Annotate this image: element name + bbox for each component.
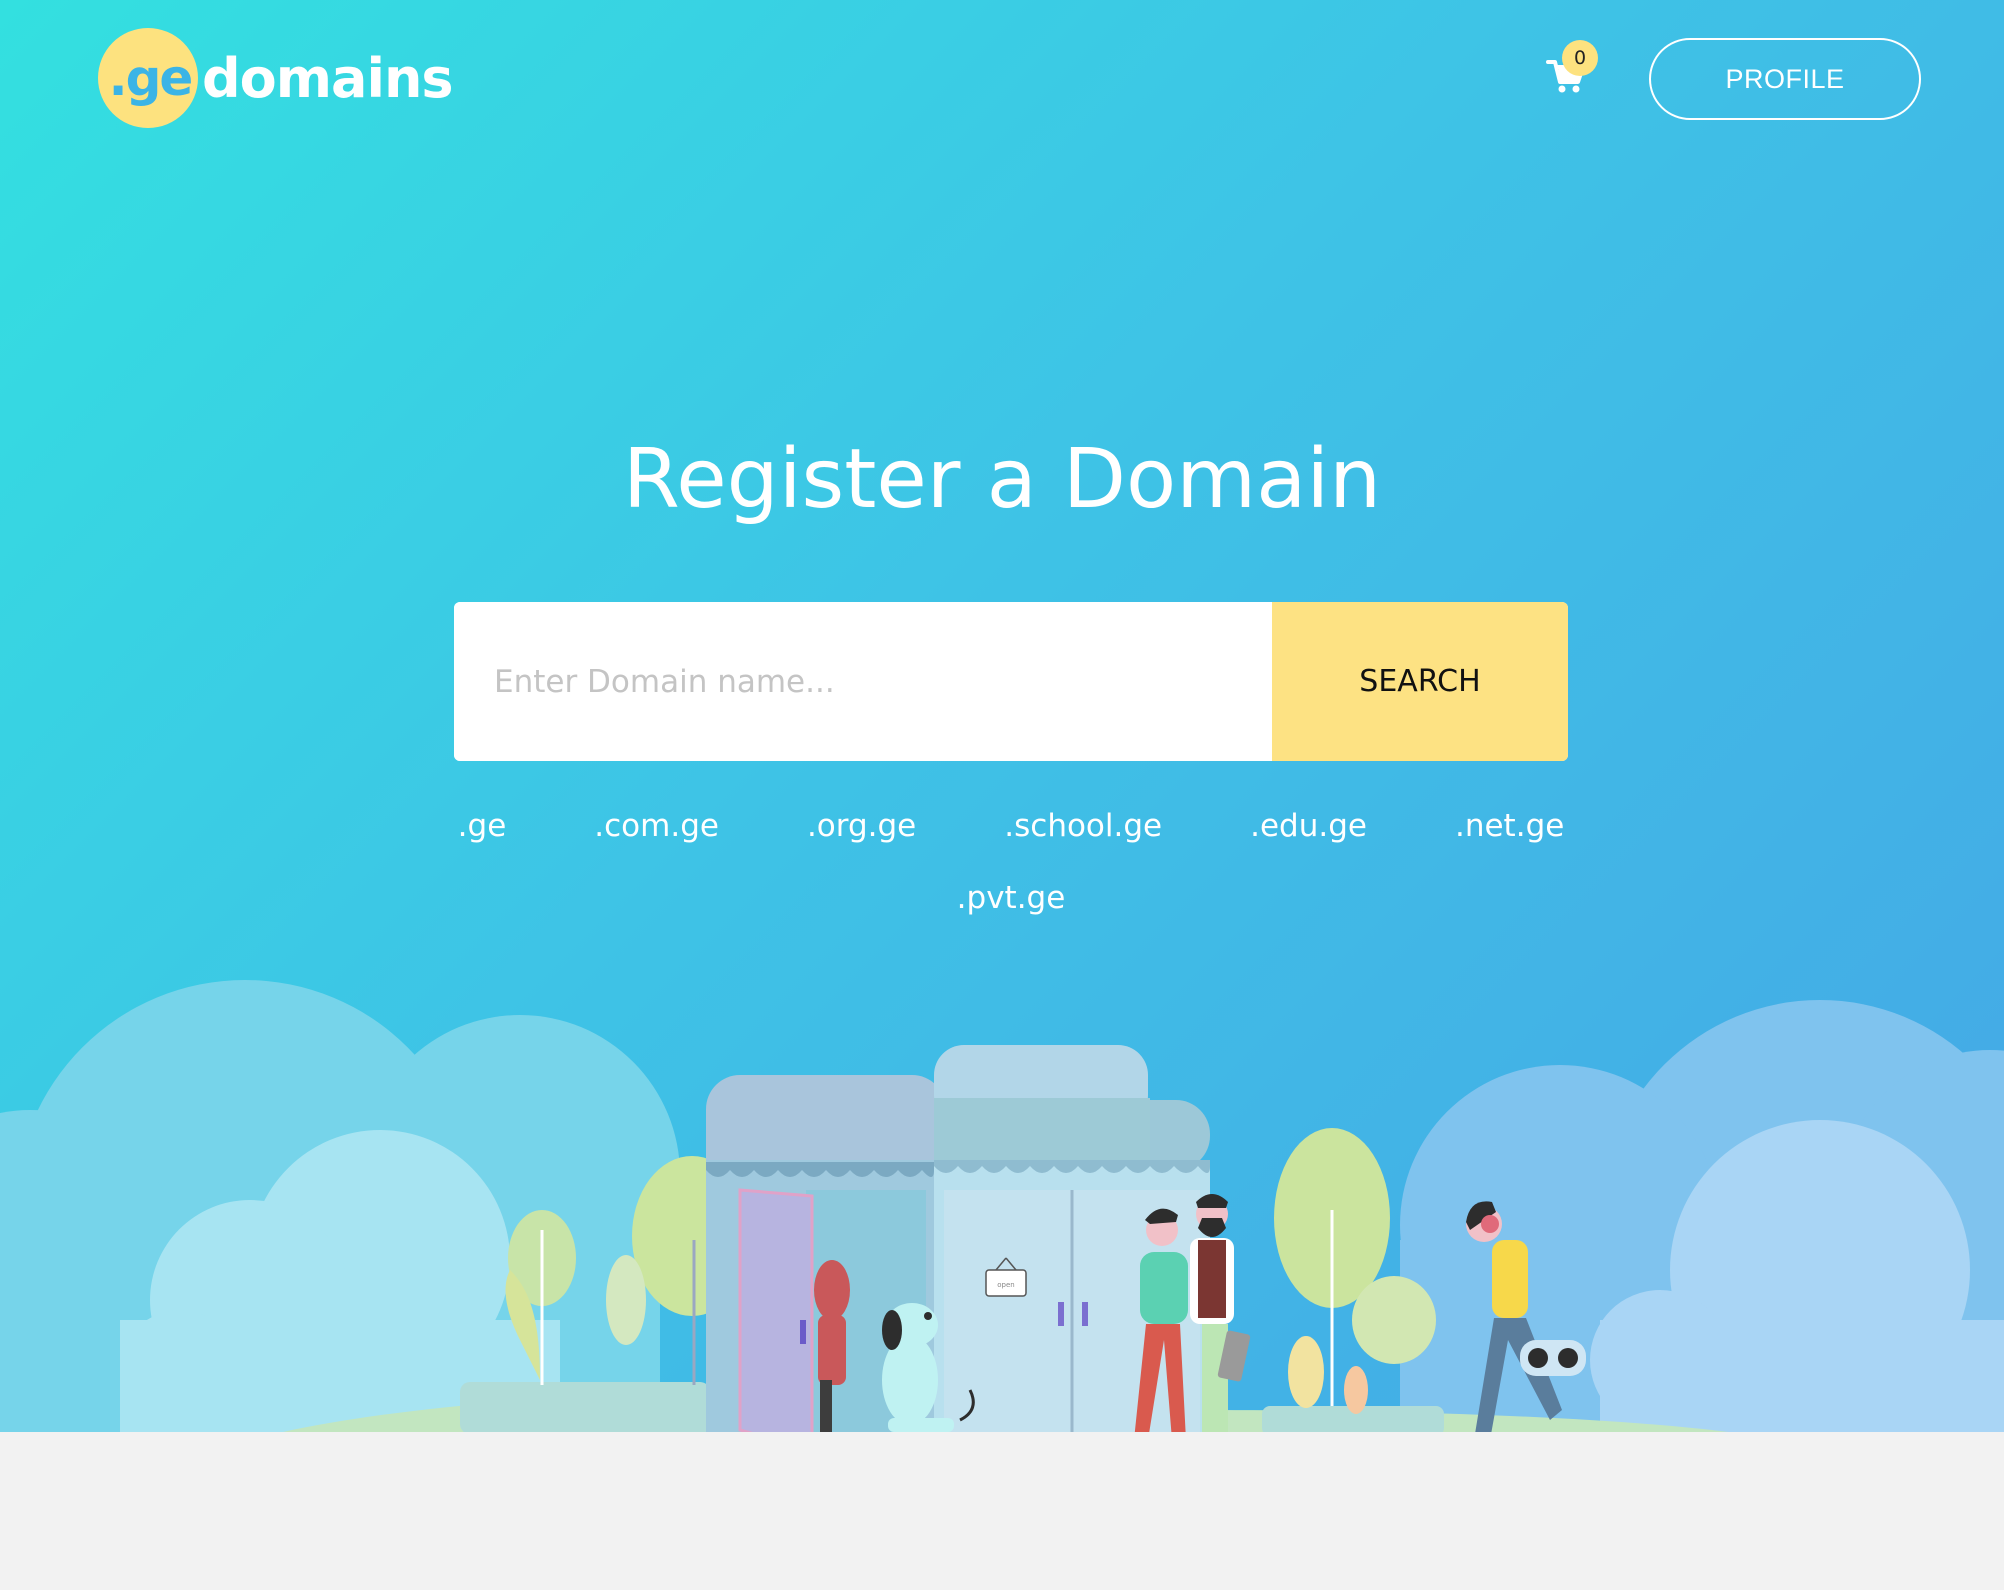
tld-list: .ge .com.ge .org.ge .school.ge .edu.ge .… — [454, 808, 1568, 916]
domain-search-bar: SEARCH — [454, 602, 1568, 761]
shop-building: open — [706, 1045, 1210, 1432]
search-button[interactable]: SEARCH — [1272, 602, 1568, 761]
tree-small-right — [1352, 1276, 1436, 1364]
site-logo[interactable]: .ge domains — [98, 28, 454, 128]
cart-count-badge: 0 — [1562, 40, 1598, 76]
profile-button[interactable]: PROFILE — [1649, 38, 1921, 120]
tld-link-pvt-ge[interactable]: .pvt.ge — [957, 880, 1066, 916]
domain-search-input[interactable] — [454, 602, 1272, 761]
page-title: Register a Domain — [622, 432, 1382, 527]
open-sign-text: open — [997, 1281, 1014, 1289]
tld-link-school-ge[interactable]: .school.ge — [1004, 808, 1162, 844]
ground-footer — [0, 1432, 2004, 1590]
storefront-illustration: open — [0, 980, 2004, 1432]
tld-link-net-ge[interactable]: .net.ge — [1455, 808, 1564, 844]
hero-section: .ge domains 0 PROFILE Register a Domain … — [0, 0, 2004, 1432]
logo-circle: .ge — [98, 28, 198, 128]
hedge-left — [460, 1382, 710, 1432]
logo-wordmark: domains — [202, 46, 454, 110]
tld-link-org-ge[interactable]: .org.ge — [807, 808, 916, 844]
logo-prefix: .ge — [108, 49, 194, 107]
tld-link-ge[interactable]: .ge — [458, 808, 507, 844]
tld-link-com-ge[interactable]: .com.ge — [594, 808, 719, 844]
tld-link-edu-ge[interactable]: .edu.ge — [1250, 808, 1367, 844]
